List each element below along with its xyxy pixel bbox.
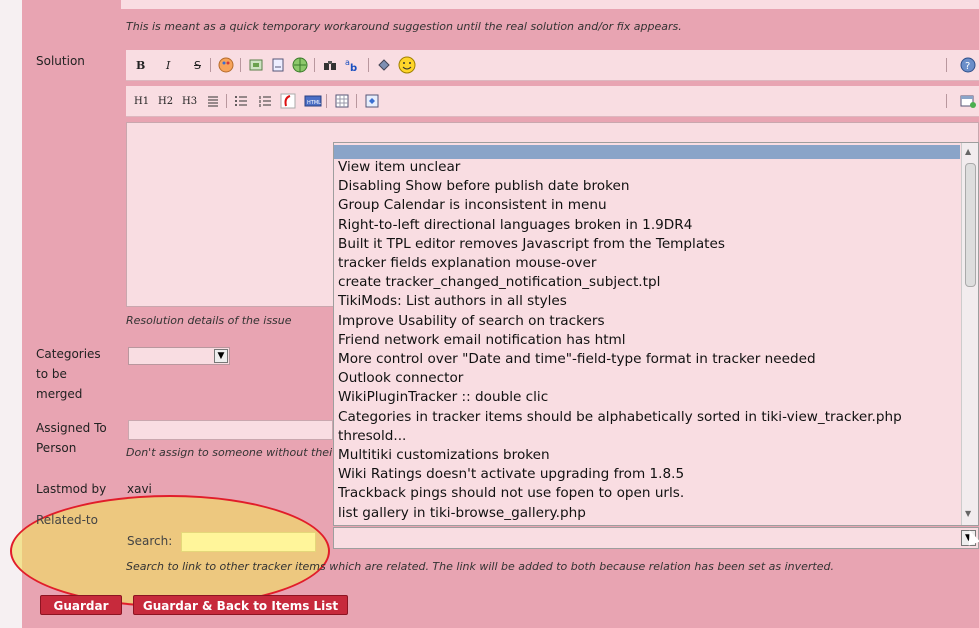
bold-button[interactable]: B — [136, 57, 145, 73]
search-label: Search: — [127, 534, 173, 548]
translate-icon[interactable]: ab — [344, 57, 362, 73]
top-strip — [121, 0, 979, 9]
svg-text:b: b — [350, 63, 357, 73]
assigned-help: Don't assign to someone without their — [126, 446, 332, 459]
dropdown-option[interactable]: More control over "Date and time"-field-… — [338, 350, 958, 369]
selected-blank-option[interactable] — [334, 145, 960, 159]
palette-icon[interactable] — [218, 57, 234, 73]
globe-icon[interactable] — [292, 57, 308, 73]
flash-icon[interactable] — [280, 93, 296, 109]
lastmod-value: xavi — [127, 482, 152, 496]
new-window-icon[interactable] — [960, 93, 976, 109]
solution-help: Resolution details of the issue — [126, 314, 292, 327]
save-back-button[interactable]: Guardar & Back to Items List — [133, 595, 348, 615]
list-icon[interactable] — [234, 93, 248, 109]
lastmod-label: Lastmod by — [36, 482, 107, 496]
dropdown-option[interactable]: Multitiki customizations broken — [338, 446, 958, 465]
h2-button[interactable]: H2 — [158, 93, 173, 109]
editor-toolbar-1: B I S ab ? — [126, 50, 979, 81]
h1-button[interactable]: H1 — [134, 93, 149, 109]
italic-button[interactable]: I — [166, 57, 170, 73]
help-icon[interactable]: ? — [960, 57, 976, 73]
categories-select[interactable]: ▼ — [128, 347, 230, 365]
dropdown-option[interactable]: Trackback pings should not use fopen to … — [338, 484, 958, 503]
dropdown-option[interactable]: Outlook connector — [338, 369, 958, 388]
dropdown-option[interactable]: create tracker_changed_notification_subj… — [338, 273, 958, 292]
dropdown-option[interactable]: Friend network email notification has ht… — [338, 331, 958, 350]
html-icon[interactable]: HTML — [304, 93, 322, 109]
scroll-up-icon[interactable]: ▲ — [965, 147, 971, 156]
dropdown-options: View item unclear Disabling Show before p… — [338, 158, 958, 523]
categories-label: Categories to be merged — [36, 347, 101, 401]
dropdown-option[interactable]: Improve Usability of search on trackers — [338, 312, 958, 331]
binoculars-icon[interactable] — [322, 57, 338, 73]
related-label: Related-to — [36, 513, 98, 527]
strike-button[interactable]: S — [194, 57, 201, 73]
editor-toolbar-2: H1 H2 H3 HTML — [126, 86, 979, 117]
related-dropdown-list[interactable]: View item unclear Disabling Show before p… — [333, 142, 979, 526]
h3-button[interactable]: H3 — [182, 93, 197, 109]
search-input[interactable] — [181, 532, 316, 552]
switch-icon[interactable] — [364, 93, 380, 109]
dropdown-option[interactable]: Right-to-left directional languages brok… — [338, 216, 958, 235]
svg-text:?: ? — [965, 61, 970, 72]
align-icon[interactable] — [206, 93, 220, 109]
assigned-label: Assigned To Person — [36, 421, 107, 455]
dropdown-option[interactable]: list gallery in tiki-browse_gallery.php — [338, 504, 958, 523]
dropdown-option[interactable]: thresold... — [338, 427, 958, 446]
dropdown-option[interactable]: Built it TPL editor removes Javascript f… — [338, 235, 958, 254]
assigned-input[interactable] — [128, 420, 333, 440]
dropdown-option[interactable]: Wiki Ratings doesn't activate upgrading … — [338, 465, 958, 484]
save-button[interactable]: Guardar — [40, 595, 122, 615]
svg-text:HTML: HTML — [307, 100, 321, 106]
solution-label: Solution — [36, 54, 85, 68]
file-icon[interactable] — [270, 57, 286, 73]
dropdown-option[interactable]: TikiMods: List authors in all styles — [338, 292, 958, 311]
scroll-down-icon[interactable]: ▼ — [965, 509, 971, 518]
dropdown-option[interactable]: Disabling Show before publish date broke… — [338, 177, 958, 196]
dropdown-option[interactable]: Group Calendar is inconsistent in menu — [338, 196, 958, 215]
dropdown-option[interactable]: View item unclear — [338, 158, 958, 177]
related-select[interactable]: ▼ — [333, 527, 979, 549]
related-help: Search to link to other tracker items wh… — [126, 560, 834, 573]
plugin-icon[interactable] — [376, 57, 392, 73]
chevron-down-icon[interactable]: ▼ — [214, 349, 228, 363]
list-scrollbar[interactable]: ▲ ▼ — [961, 143, 978, 525]
dropdown-option[interactable]: tracker fields explanation mouse-over — [338, 254, 958, 273]
scroll-thumb[interactable] — [965, 163, 976, 287]
smiley-icon[interactable] — [398, 56, 416, 74]
workaround-note: This is meant as a quick temporary worka… — [126, 20, 682, 33]
numlist-icon[interactable] — [258, 93, 272, 109]
table-icon[interactable] — [334, 93, 350, 109]
dropdown-option[interactable]: Categories in tracker items should be al… — [338, 408, 958, 427]
image-icon[interactable] — [248, 57, 264, 73]
dropdown-option[interactable]: WikiPluginTracker :: double clic — [338, 388, 958, 407]
